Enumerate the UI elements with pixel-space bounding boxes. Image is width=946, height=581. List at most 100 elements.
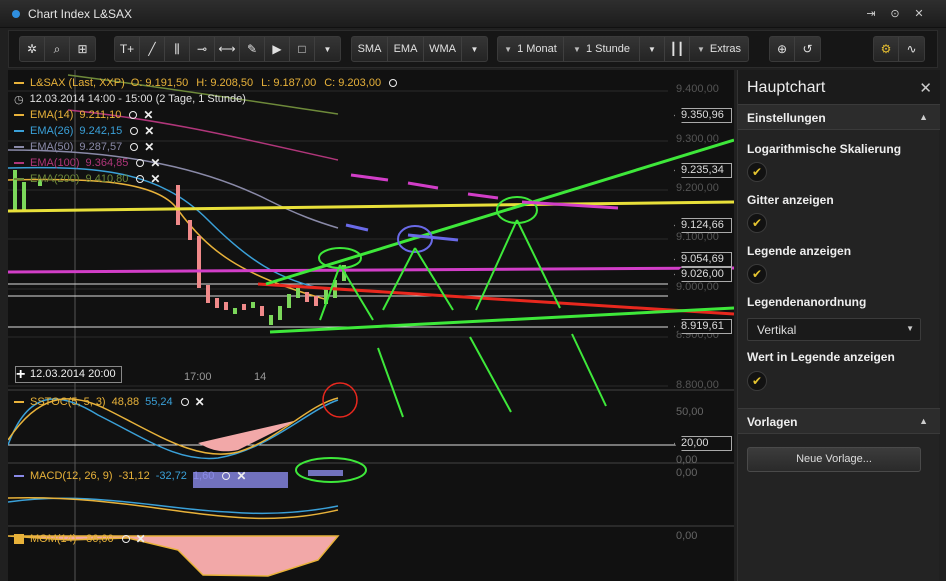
series-label: L&SAX (Last, XXP)	[30, 77, 125, 89]
crosshair-plus-icon[interactable]: +	[16, 366, 25, 384]
indicator-label: SSTOC(5, 5, 3)	[30, 396, 106, 408]
new-template-button[interactable]: Neue Vorlage...	[747, 447, 921, 472]
remove-indicator-icon[interactable]: ✕	[150, 172, 160, 186]
indicator-value: -86,00	[82, 533, 114, 545]
remove-indicator-icon[interactable]: ✕	[144, 124, 154, 138]
series-settings-icon[interactable]	[389, 79, 398, 87]
section-title: Vorlagen	[747, 415, 798, 429]
panel-title: Hauptchart	[747, 79, 826, 96]
y-axis-label: 9.400,00	[676, 83, 719, 95]
panel-tools: ⚙ ∿	[873, 36, 925, 62]
log-scale-checkbox[interactable]: ✔	[747, 162, 767, 182]
remove-indicator-icon[interactable]: ✕	[150, 156, 160, 170]
wma-button[interactable]: WMA	[424, 37, 462, 61]
indicator-settings-icon[interactable]	[136, 175, 145, 183]
line-tool-icon[interactable]: ╱	[140, 37, 165, 61]
zoom-tools: ⊕ ↺	[769, 36, 821, 62]
section-title: Einstellungen	[747, 111, 826, 125]
option-label: Legende anzeigen	[747, 244, 852, 258]
drawing-tools: T+ ╱ ⫼ ⊸ ⟷ ✎ ▶ □ ▼	[114, 36, 341, 62]
remove-indicator-icon[interactable]: ✕	[195, 395, 205, 409]
legend-position-select[interactable]: Vertikal ▼	[747, 318, 921, 341]
close-window-icon[interactable]: ✕	[912, 7, 926, 21]
interval-select[interactable]: ▼ 1 Stunde	[564, 37, 640, 61]
value-in-legend-checkbox[interactable]: ✔	[747, 371, 767, 391]
price-tag: 9.026,00	[674, 267, 732, 282]
indicator-settings-icon[interactable]	[130, 127, 139, 135]
settings-icon[interactable]: ⊙	[888, 7, 902, 21]
extras-label: Extras	[709, 43, 742, 55]
rectangle-tool-icon[interactable]: □	[290, 37, 315, 61]
select-value: Vertikal	[757, 323, 797, 337]
ema26-legend[interactable]: EMA(26) 9.242,15 ✕	[14, 124, 154, 138]
reset-icon[interactable]: ↺	[795, 37, 820, 61]
indicator-settings-icon[interactable]	[180, 398, 189, 406]
remove-indicator-icon[interactable]: ✕	[144, 140, 154, 154]
search-icon[interactable]: ⌕	[45, 37, 70, 61]
templates-section-header[interactable]: Vorlagen ▲	[738, 408, 940, 434]
settings-section-header[interactable]: Einstellungen ▲	[738, 104, 940, 130]
indicator-settings-icon[interactable]	[121, 535, 130, 543]
x-axis-tick: 17:00	[184, 371, 212, 383]
arrow-tool-icon[interactable]: ▶	[265, 37, 290, 61]
indicator-value: 55,24	[145, 396, 173, 408]
y-axis-label: 9.300,00	[676, 133, 719, 145]
zoom-icon[interactable]: ⊕	[770, 37, 795, 61]
sma-button[interactable]: SMA	[352, 37, 388, 61]
candlestick-icon[interactable]: ┃┃	[665, 37, 690, 61]
indicator-label: MACD(12, 26, 9)	[30, 470, 113, 482]
option-label: Logarithmische Skalierung	[747, 142, 902, 156]
chevron-down-icon: ▼	[906, 324, 914, 333]
remove-indicator-icon[interactable]: ✕	[143, 108, 153, 122]
indicator-panel-icon[interactable]: ∿	[899, 37, 924, 61]
indicator-settings-icon[interactable]	[222, 472, 231, 480]
text-tool-icon[interactable]: T+	[115, 37, 140, 61]
settings-panel: Hauptchart ✕ Einstellungen ▲ Logarithmis…	[737, 70, 940, 581]
indicator-settings-icon[interactable]	[129, 111, 138, 119]
mom-legend[interactable]: MOM(14) -86,00 ✕	[14, 532, 146, 546]
date-range-text: 12.03.2014 14:00 - 15:00 (2 Tage, 1 Stun…	[29, 93, 246, 105]
ema-button[interactable]: EMA	[388, 37, 424, 61]
collapse-icon: ▲	[919, 112, 928, 122]
extras-menu[interactable]: ▼ Extras	[690, 37, 748, 61]
indicator-settings-icon[interactable]	[136, 159, 145, 167]
detach-icon[interactable]: ⇥	[864, 7, 878, 21]
remove-indicator-icon[interactable]: ✕	[136, 532, 146, 546]
indicator-settings-icon[interactable]	[130, 143, 139, 151]
grid-icon[interactable]: ⊞	[70, 37, 95, 61]
indicator-menu-chevron-icon[interactable]: ▼	[462, 37, 487, 61]
panel-header: Hauptchart ✕	[738, 70, 940, 104]
option-label: Gitter anzeigen	[747, 193, 834, 207]
chart-type-chevron-icon[interactable]: ▼	[640, 37, 665, 61]
config-icon[interactable]: ✲	[20, 37, 45, 61]
indicator-value: 9.287,57	[79, 141, 123, 153]
indicator-label: MOM(14)	[30, 533, 77, 545]
series-swatch	[14, 146, 24, 148]
grid-checkbox[interactable]: ✔	[747, 213, 767, 233]
ema100-legend[interactable]: EMA(100) 9.364,85 ✕	[14, 156, 160, 170]
settings-panel-icon[interactable]: ⚙	[874, 37, 899, 61]
chart-area[interactable]: L&SAX (Last, XXP) O: 9.191,50 H: 9.208,5…	[8, 70, 734, 581]
ema200-legend[interactable]: EMA(200) 9.410,80 ✕	[14, 172, 160, 186]
horizontal-line-icon[interactable]: ⊸	[190, 37, 215, 61]
pen-tool-icon[interactable]: ✎	[240, 37, 265, 61]
draw-menu-chevron-icon[interactable]: ▼	[315, 37, 340, 61]
legend-checkbox[interactable]: ✔	[747, 264, 767, 284]
period-tools: ▼ 1 Monat ▼ 1 Stunde ▼ ┃┃ ▼ Extras	[497, 36, 749, 62]
price-tag: 9.124,66	[674, 218, 732, 233]
sstoc-legend[interactable]: SSTOC(5, 5, 3) 48,88 55,24 ✕	[14, 395, 205, 409]
macd-legend[interactable]: MACD(12, 26, 9) -31,12 -32,72 1,60 ✕	[14, 469, 246, 483]
main-series-legend[interactable]: L&SAX (Last, XXP) O: 9.191,50 H: 9.208,5…	[14, 76, 398, 90]
date-range-legend: ◷ 12.03.2014 14:00 - 15:00 (2 Tage, 1 St…	[14, 92, 246, 106]
interval-label: 1 Stunde	[585, 43, 630, 55]
close-panel-icon[interactable]: ✕	[919, 79, 932, 97]
series-swatch	[14, 475, 24, 477]
period-label: 1 Monat	[517, 43, 557, 55]
segment-tool-icon[interactable]: ⟷	[215, 37, 240, 61]
period-select[interactable]: ▼ 1 Monat	[498, 37, 564, 61]
ema50-legend[interactable]: EMA(50) 9.287,57 ✕	[14, 140, 154, 154]
remove-indicator-icon[interactable]: ✕	[236, 469, 246, 483]
series-swatch	[14, 130, 24, 132]
ema14-legend[interactable]: EMA(14) 9.211,10 ✕	[14, 108, 153, 122]
fibonacci-tool-icon[interactable]: ⫼	[165, 37, 190, 61]
